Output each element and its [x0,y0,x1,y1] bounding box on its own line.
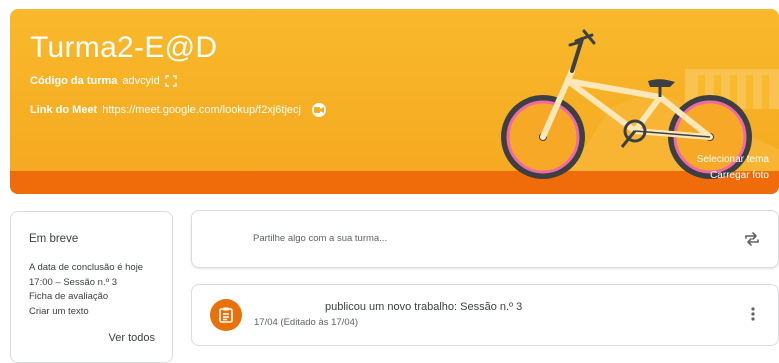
post-title[interactable]: publicou um novo trabalho: Sessão n.º 3 [325,301,522,313]
upcoming-title: Em breve [29,233,79,245]
theme-links: Selecionar tema Carregar foto [697,152,769,184]
class-title: Turma2-E@D [30,31,218,64]
video-camera-icon[interactable] [311,103,326,117]
upcoming-item[interactable]: Criar um texto [29,305,143,320]
upcoming-item[interactable]: 17:00 – Sessão n.º 3 [29,276,143,291]
class-code-value: advcyid [122,75,160,87]
share-box[interactable]: Partilhe algo com a sua turma... [191,210,779,268]
upcoming-item[interactable]: Ficha de avaliação [29,290,143,305]
view-all-link[interactable]: Ver todos [109,332,155,344]
fullscreen-icon[interactable] [164,75,177,87]
assignment-post[interactable]: publicou um novo trabalho: Sessão n.º 3 … [191,284,779,346]
upcoming-card: Em breve A data de conclusão é hoje 17:0… [10,211,173,363]
upload-photo-link[interactable]: Carregar foto [697,168,769,184]
post-date: 17/04 (Editado às 17/04) [254,317,359,328]
class-code-row: Código da turma advcyid [30,75,177,87]
more-vert-icon[interactable] [750,306,756,322]
upcoming-list: A data de conclusão é hoje 17:00 – Sessã… [29,261,143,319]
assignment-icon [210,299,242,331]
class-banner: Turma2-E@D Código da turma advcyid Link … [10,9,779,194]
share-placeholder[interactable]: Partilhe algo com a sua turma... [253,233,387,244]
meet-link-row: Link do Meet https://meet.google.com/loo… [30,103,326,117]
due-date-text: A data de conclusão é hoje [29,262,144,273]
class-code-label: Código da turma [30,75,118,87]
meet-link[interactable]: https://meet.google.com/lookup/f2xj6tjec… [102,104,301,116]
repost-icon[interactable] [744,231,760,247]
meet-label: Link do Meet [30,104,98,116]
select-theme-link[interactable]: Selecionar tema [697,152,769,168]
